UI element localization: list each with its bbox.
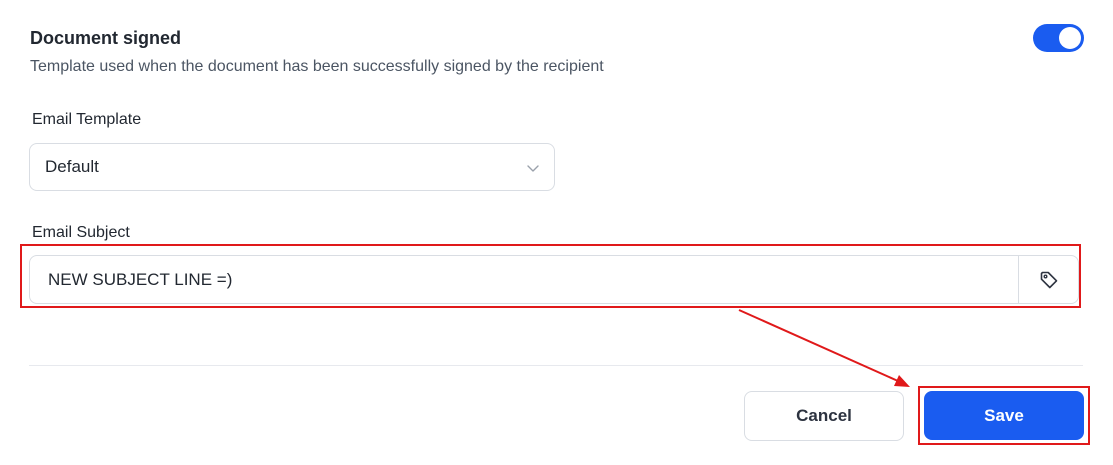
chevron-down-icon	[527, 165, 539, 172]
cancel-button[interactable]: Cancel	[744, 391, 904, 441]
save-highlight-annotation	[918, 386, 1090, 445]
section-title: Document signed	[30, 28, 182, 48]
document-signed-toggle[interactable]	[1033, 24, 1084, 52]
divider	[29, 365, 1083, 366]
section-description: Template used when the document has been…	[30, 58, 604, 75]
email-subject-label: Email Subject	[32, 224, 130, 241]
email-template-label: Email Template	[32, 111, 142, 128]
subject-highlight-annotation	[20, 244, 1081, 308]
email-template-select[interactable]: Default	[29, 143, 555, 191]
email-template-value: Default	[45, 157, 99, 176]
template-settings-panel: Document signed Template used when the d…	[0, 0, 1113, 465]
toggle-knob	[1059, 27, 1081, 49]
